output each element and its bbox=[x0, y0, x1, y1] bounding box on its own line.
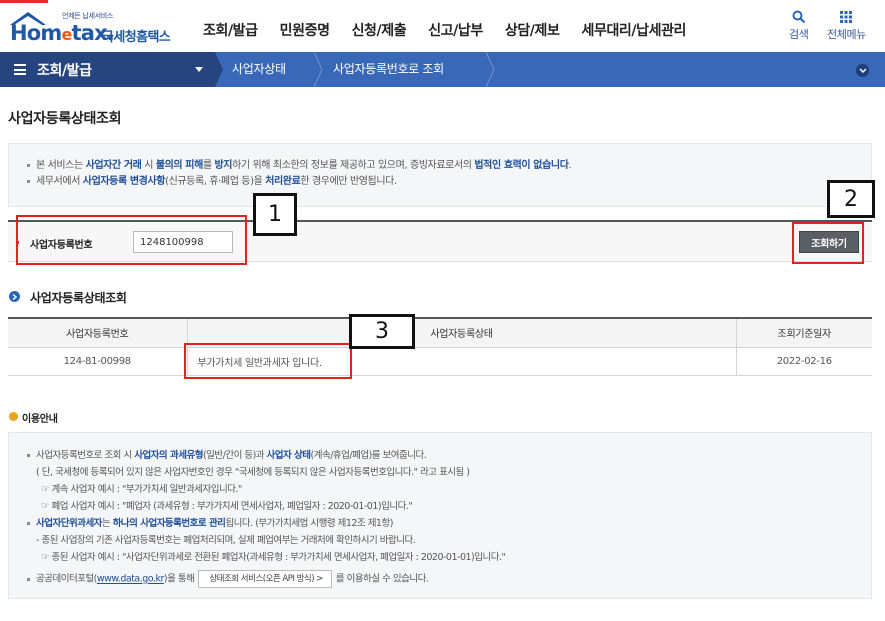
main-menu: 조회/발급 민원증명 신청/제출 신고/납부 상담/제보 세무대리/납세관리 bbox=[192, 20, 697, 40]
annotation-label-2: 2 bbox=[827, 180, 875, 218]
logo-tagline: 언제든 납세서비스 bbox=[62, 12, 114, 20]
grid-menu-icon bbox=[840, 11, 853, 23]
breadcrumb-bar: 조회/발급 사업자상태 사업자등록번호로 조회 bbox=[0, 52, 885, 87]
chevron-down-icon bbox=[858, 67, 867, 73]
table-row: 124-81-00998 부가가치세 일반과세자 입니다. 2022-02-16 bbox=[8, 347, 872, 376]
data-portal-link[interactable]: www.data.go.kr bbox=[97, 574, 164, 585]
category-label: 조회/발급 bbox=[37, 62, 92, 79]
highlight-status-box bbox=[184, 343, 352, 379]
info-line: ☞ 계속 사업자 예시 : "부가가치세 일반과세자입니다." bbox=[41, 484, 242, 495]
result-section-title: 사업자등록상태조회 bbox=[30, 291, 127, 305]
highlight-button-box bbox=[792, 222, 864, 264]
info-line: 사업자단위과세자는 하나의 사업자등록번호로 관리됩니다. (부가가치세법 시행… bbox=[27, 515, 871, 532]
category-dropdown[interactable]: 조회/발급 bbox=[0, 52, 215, 87]
caret-down-icon bbox=[195, 67, 203, 72]
search-icon bbox=[792, 10, 805, 24]
chevron-separator-icon bbox=[215, 52, 223, 87]
hometax-logo[interactable]: 언제든 납세서비스 Hometax. 국세청홈택스 bbox=[8, 9, 178, 47]
notice-line-1: 본 서비스는 사업자간 거래 시 불의의 피해를 방지하기 위해 최소한의 정보… bbox=[27, 158, 871, 174]
logo-text: Hometax. bbox=[10, 21, 115, 45]
annotation-label-3: 3 bbox=[349, 314, 415, 349]
open-api-service-button[interactable]: 상태조회 서비스(오픈 API 방식) > bbox=[198, 570, 332, 588]
menu-item-certificate[interactable]: 민원증명 bbox=[269, 20, 341, 40]
notice-line-2: 세무서에서 사업자등록 변경사항(신규등록, 휴·폐업 등)을 처리완료한 경우… bbox=[27, 174, 871, 190]
menu-item-agent[interactable]: 세무대리/납세관리 bbox=[570, 20, 697, 40]
info-line: ☞ 종된 사업자 예시 : "사업자단위과세로 전환된 폐업자(과세유형 : 부… bbox=[41, 552, 506, 563]
chevron-separator-icon bbox=[485, 52, 495, 87]
breadcrumb-item-lookup-by-number[interactable]: 사업자등록번호로 조회 bbox=[333, 52, 444, 87]
breadcrumb-item-business-status[interactable]: 사업자상태 bbox=[232, 52, 286, 87]
menu-item-application[interactable]: 신청/제출 bbox=[341, 20, 418, 40]
table-header-row: 사업자등록번호 사업자등록상태 조회기준일자 bbox=[8, 317, 872, 348]
menu-item-consult[interactable]: 상담/제보 bbox=[494, 20, 571, 40]
result-table: 사업자등록번호 사업자등록상태 조회기준일자 124-81-00998 부가가치… bbox=[8, 317, 872, 376]
hamburger-icon bbox=[14, 64, 26, 75]
info-section-title: 이용안내 bbox=[22, 414, 58, 425]
menu-item-lookup[interactable]: 조회/발급 bbox=[192, 20, 269, 40]
info-box: 사업자등록번호로 조회 시 사업자의 과세유형(일반/간이 등)과 사업자 상태… bbox=[8, 432, 872, 599]
chevron-separator-icon bbox=[313, 52, 323, 87]
notice-box: 본 서비스는 사업자간 거래 시 불의의 피해를 방지하기 위해 최소한의 정보… bbox=[8, 143, 872, 207]
cell-lookup-date: 2022-02-16 bbox=[735, 347, 872, 376]
cell-business-number: 124-81-00998 bbox=[8, 347, 187, 376]
info-line: 공공데이터포털(www.data.go.kr)을 통해 상태조회 서비스(오픈 A… bbox=[27, 570, 871, 588]
info-bullet-icon bbox=[9, 412, 18, 421]
highlight-input-box bbox=[16, 215, 247, 265]
search-button[interactable]: 검색 bbox=[789, 10, 809, 42]
all-menu-label: 전체메뉴 bbox=[827, 28, 866, 41]
page-title: 사업자등록상태조회 bbox=[8, 111, 122, 127]
search-label: 검색 bbox=[789, 28, 809, 41]
accent-line bbox=[0, 0, 48, 3]
column-header-date: 조회기준일자 bbox=[735, 317, 872, 348]
logo-korean-text: 국세청홈택스 bbox=[102, 30, 171, 45]
section-bullet-icon bbox=[9, 291, 20, 302]
info-line: - 종된 사업장의 기존 사업자등록번호는 폐업처리되며, 실제 폐업여부는 거… bbox=[36, 535, 416, 546]
column-header-number: 사업자등록번호 bbox=[8, 317, 187, 348]
menu-item-report-payment[interactable]: 신고/납부 bbox=[417, 20, 494, 40]
annotation-label-1: 1 bbox=[253, 193, 297, 236]
expand-nav-button[interactable] bbox=[856, 64, 869, 77]
info-line: 사업자등록번호로 조회 시 사업자의 과세유형(일반/간이 등)과 사업자 상태… bbox=[27, 447, 871, 464]
info-line: ☞ 폐업 사업자 예시 : "폐업자 (과세유형 : 부가가치세 면세사업자, … bbox=[41, 501, 413, 512]
all-menu-button[interactable]: 전체메뉴 bbox=[827, 10, 866, 42]
info-line: ( 단, 국세청에 등록되어 있지 않은 사업자번호인 경우 "국세청에 등록되… bbox=[36, 467, 470, 478]
header: 언제든 납세서비스 Hometax. 국세청홈택스 조회/발급 민원증명 신청/… bbox=[0, 0, 885, 52]
